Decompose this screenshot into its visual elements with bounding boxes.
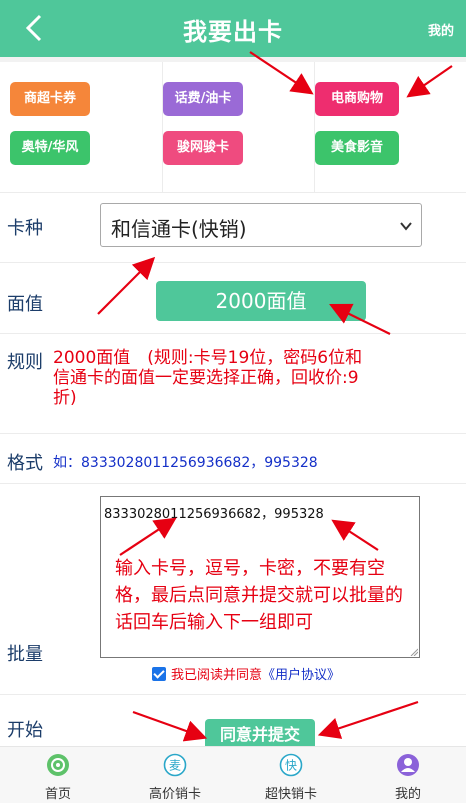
card-type-label: 卡种	[7, 218, 43, 239]
row-divider	[0, 694, 466, 695]
annotation-arrow	[132, 710, 208, 742]
agree-text: 我已阅读并同意	[171, 668, 263, 683]
card-type-select[interactable]: 和信通卡(快销)	[100, 203, 422, 247]
page-title: 我要出卡	[183, 18, 283, 46]
batch-input[interactable]: 8333028011256936682，995328 输入卡号，逗号，卡密，不要…	[100, 496, 420, 658]
app-header: 我要出卡 我的	[0, 0, 466, 57]
row-divider	[0, 433, 466, 434]
agree-checkbox[interactable]	[152, 667, 166, 681]
tab-mine[interactable]: 我的	[350, 747, 466, 804]
annotation-arrow	[97, 256, 156, 315]
fast-icon: 快	[279, 753, 303, 777]
user-icon	[397, 754, 419, 776]
face-value-button[interactable]: 2000面值	[156, 281, 366, 321]
batch-instruction-annotation: 输入卡号，逗号，卡密，不要有空格，最后点同意并提交就可以批量的话回车后输入下一组…	[115, 558, 403, 633]
format-example: 如：8333028011256936682，995328	[53, 455, 318, 471]
category-button-phone-fuel[interactable]: 话费/油卡	[163, 82, 243, 116]
grid-divider	[314, 62, 315, 192]
user-agreement-link[interactable]: 《用户协议》	[262, 668, 340, 683]
batch-input-value: 8333028011256936682，995328	[104, 507, 324, 522]
tab-label: 超快销卡	[264, 787, 317, 802]
face-value-label: 面值	[7, 294, 43, 315]
rule-label: 规则	[7, 352, 43, 373]
category-button-junwang[interactable]: 骏网骏卡	[163, 131, 243, 165]
bottom-tab-bar: 首页 麦 高价销卡 快 超快销卡 我的	[0, 746, 466, 803]
tab-label: 首页	[44, 787, 71, 802]
svg-text:快: 快	[285, 759, 297, 773]
start-label: 开始	[7, 720, 43, 741]
card-type-value: 和信通卡(快销)	[111, 217, 247, 241]
tab-home[interactable]: 首页	[0, 747, 116, 804]
home-icon	[47, 754, 69, 776]
annotation-arrow	[317, 700, 419, 739]
tab-label: 我的	[394, 787, 421, 802]
my-account-link[interactable]: 我的	[428, 20, 454, 39]
sell-icon: 麦	[163, 753, 187, 777]
tab-label: 高价销卡	[148, 787, 201, 802]
grid-divider	[162, 62, 163, 192]
row-divider	[0, 192, 466, 193]
row-divider	[0, 333, 466, 334]
tab-fast-sell[interactable]: 快 超快销卡	[233, 747, 349, 804]
agreement-row: 我已阅读并同意《用户协议》	[152, 664, 340, 683]
category-button-food-media[interactable]: 美食影音	[315, 131, 399, 165]
svg-text:麦: 麦	[169, 759, 181, 773]
chevron-down-icon	[400, 222, 412, 231]
resize-handle-icon[interactable]	[410, 648, 418, 656]
format-label: 格式	[7, 453, 43, 474]
row-divider	[0, 262, 466, 263]
category-button-supermarket[interactable]: 商超卡券	[10, 82, 90, 116]
rule-text: 2000面值 (规则:卡号19位，密码6位和信通卡的面值一定要选择正确，回收价:…	[53, 348, 363, 408]
category-button-aote-huafeng[interactable]: 奥特/华风	[10, 131, 90, 165]
tab-high-price-sell[interactable]: 麦 高价销卡	[117, 747, 233, 804]
category-button-ecommerce[interactable]: 电商购物	[315, 82, 399, 116]
row-divider	[0, 483, 466, 484]
batch-label: 批量	[7, 644, 43, 665]
